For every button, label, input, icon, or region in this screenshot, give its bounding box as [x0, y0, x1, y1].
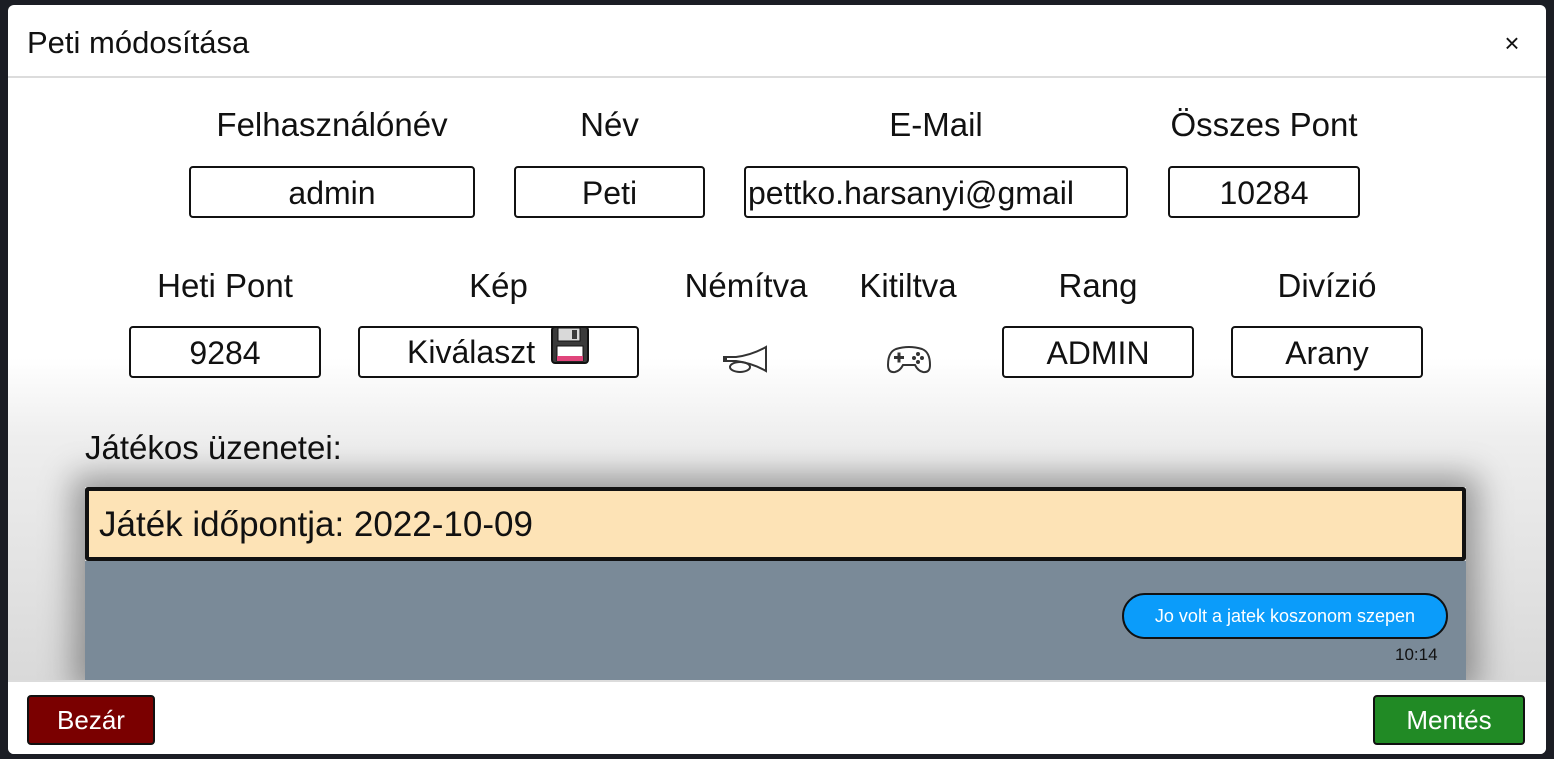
horn-icon[interactable]	[722, 343, 772, 382]
banned-field-group: Kitiltva	[848, 263, 968, 374]
gamepad-icon[interactable]	[886, 343, 932, 380]
rank-label: Rang	[1058, 267, 1138, 304]
total-points-input[interactable]: 10284	[1168, 166, 1360, 218]
picture-field-group: Kép Kiválaszt	[358, 263, 639, 378]
rank-field-group: Rang ADMIN	[1002, 263, 1194, 378]
close-icon[interactable]: ×	[1500, 30, 1524, 56]
modal-title: Peti módosítása	[27, 25, 250, 60]
close-button[interactable]: Bezár	[27, 695, 155, 745]
weekly-points-input[interactable]: 9284	[129, 326, 321, 378]
rank-input[interactable]: ADMIN	[1002, 326, 1194, 378]
username-field-group: Felhasználónév admin	[189, 102, 475, 218]
name-label: Név	[580, 106, 639, 143]
floppy-disk-icon	[550, 328, 590, 376]
picture-label: Kép	[469, 267, 528, 304]
modal-header: Peti módosítása ×	[8, 5, 1546, 78]
muted-label: Némítva	[684, 267, 808, 304]
total-points-label: Összes Pont	[1170, 106, 1358, 143]
name-input[interactable]: Peti	[514, 166, 705, 218]
message-timestamp: 10:14	[1395, 645, 1438, 664]
division-label: Divízió	[1277, 267, 1377, 304]
total-points-field-group: Összes Pont 10284	[1168, 102, 1360, 218]
messages-label: Játékos üzenetei:	[85, 429, 342, 466]
weekly-points-label: Heti Pont	[157, 267, 293, 304]
name-field-group: Név Peti	[514, 102, 705, 218]
username-input[interactable]: admin	[189, 166, 475, 218]
edit-user-modal: Peti módosítása × Felhasználónév admin N…	[8, 5, 1546, 754]
email-input[interactable]: pettko.harsanyi@gmail	[744, 166, 1128, 218]
muted-field-group: Némítva	[668, 263, 824, 373]
message-bubble: Jo volt a jatek koszonom szepen	[1122, 593, 1448, 639]
game-date-text: Játék időpontja: 2022-10-09	[99, 505, 533, 544]
chat-messages-area[interactable]: Jo volt a jatek koszonom szepen 10:14	[85, 561, 1466, 680]
modal-body: Felhasználónév admin Név Peti E-Mail pet…	[8, 78, 1546, 680]
picture-select-button[interactable]: Kiválaszt	[358, 326, 639, 378]
weekly-points-field-group: Heti Pont 9284	[129, 263, 321, 378]
email-label: E-Mail	[889, 106, 983, 143]
game-date-header[interactable]: Játék időpontja: 2022-10-09	[85, 487, 1466, 561]
chat-panel: Játék időpontja: 2022-10-09 Jo volt a ja…	[85, 487, 1466, 680]
username-label: Felhasználónév	[216, 106, 448, 143]
email-field-group: E-Mail pettko.harsanyi@gmail	[744, 102, 1128, 218]
division-field-group: Divízió Arany	[1231, 263, 1423, 378]
division-input[interactable]: Arany	[1231, 326, 1423, 378]
banned-label: Kitiltva	[859, 267, 957, 304]
modal-footer: Bezár Mentés	[8, 680, 1546, 754]
picture-select-label: Kiválaszt	[407, 334, 536, 370]
save-button[interactable]: Mentés	[1373, 695, 1525, 745]
